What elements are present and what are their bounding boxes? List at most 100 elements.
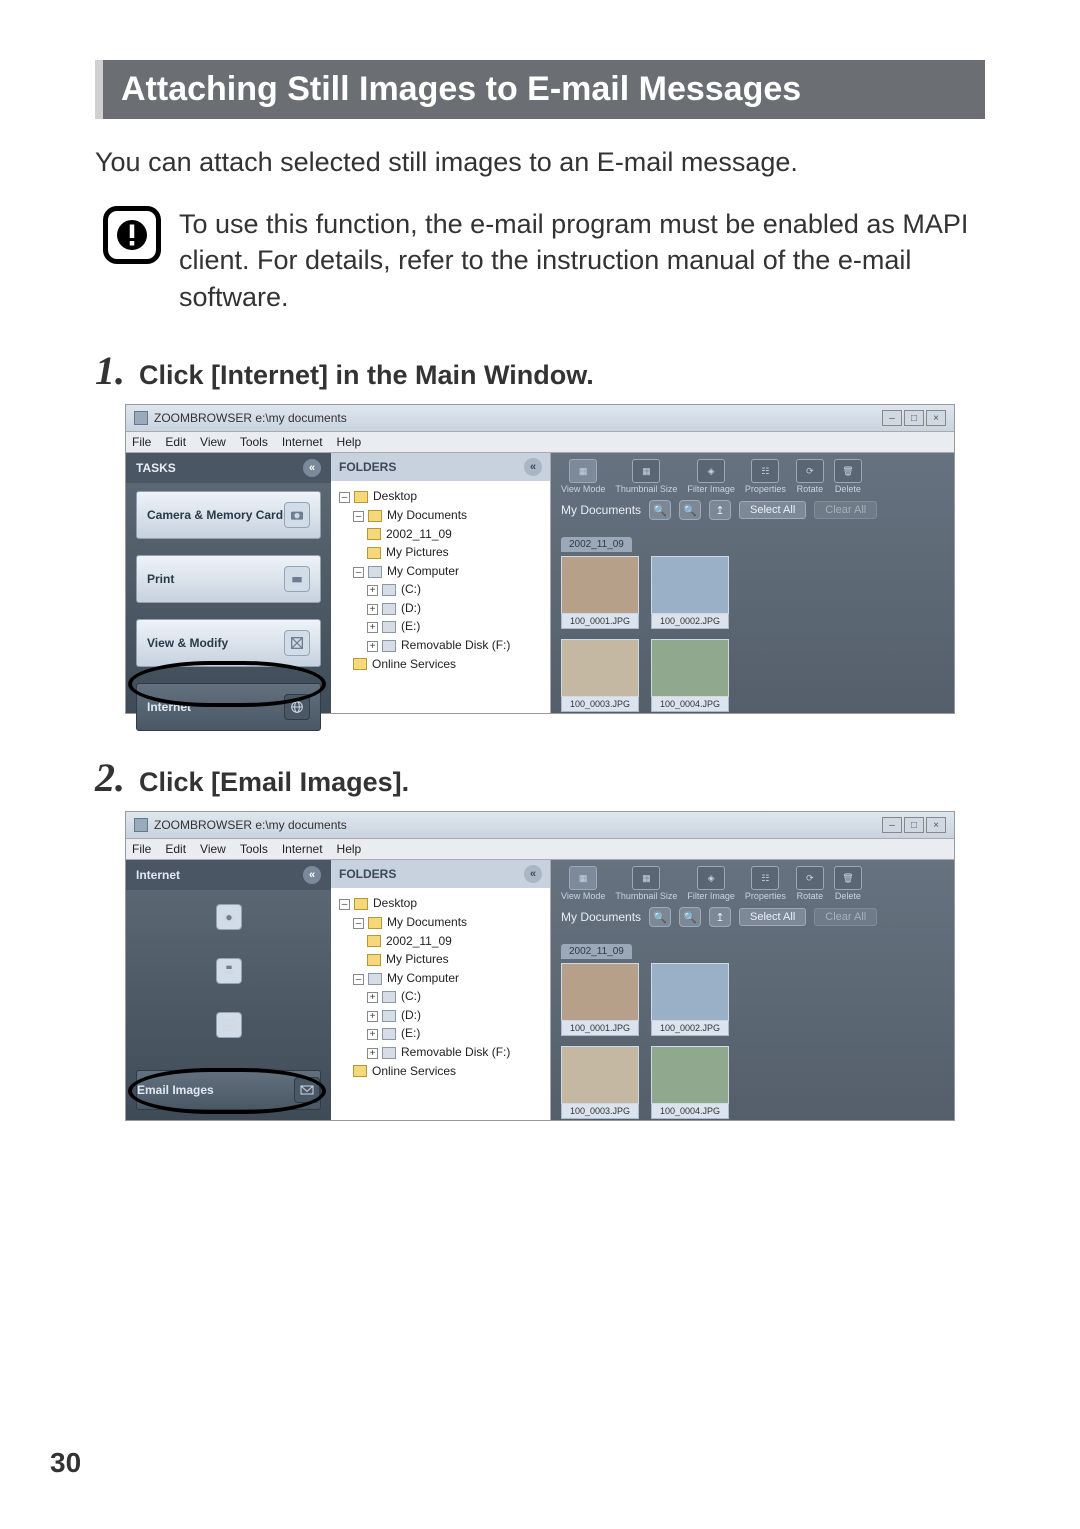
close-button[interactable]: × <box>926 410 946 426</box>
thumbnail-item[interactable]: 100_0003.JPG <box>561 639 639 712</box>
task-camera-label: Camera & Memory Card <box>147 508 283 522</box>
tree-f[interactable]: Removable Disk (F:) <box>382 1045 510 1059</box>
properties-button[interactable]: ☷Properties <box>745 459 786 494</box>
folder-tree[interactable]: –Desktop –My Documents 2002_11_09 My Pic… <box>331 888 550 1086</box>
tree-mypics[interactable]: My Pictures <box>367 952 449 966</box>
filter-button[interactable]: ◈Filter Image <box>687 459 735 494</box>
tree-e[interactable]: (E:) <box>382 619 420 633</box>
properties-button[interactable]: ☷Properties <box>745 866 786 901</box>
rotate-button[interactable]: ⟳Rotate <box>796 866 824 901</box>
tasks-header-label: TASKS <box>136 461 176 475</box>
thumbnail-size-button[interactable]: ▦Thumbnail Size <box>615 459 677 494</box>
breadcrumb: My Documents <box>561 910 641 924</box>
view-mode-button[interactable]: ▦View Mode <box>561 459 605 494</box>
sidebar-print-icon[interactable] <box>136 952 321 990</box>
zoom-in-button[interactable]: 🔍 <box>649 907 671 927</box>
menu-bar[interactable]: File Edit View Tools Internet Help <box>126 839 954 860</box>
tree-mydocs[interactable]: My Documents <box>368 508 467 522</box>
menu-internet[interactable]: Internet <box>282 842 323 856</box>
breadcrumb: My Documents <box>561 503 641 517</box>
zoom-out-button[interactable]: 🔍 <box>679 907 701 927</box>
task-view-modify[interactable]: View & Modify <box>136 619 321 667</box>
folders-header-label: FOLDERS <box>339 867 396 881</box>
delete-button[interactable]: 🗑Delete <box>834 459 862 494</box>
menu-view[interactable]: View <box>200 842 226 856</box>
tree-online[interactable]: Online Services <box>353 1064 456 1078</box>
up-button[interactable]: ↥ <box>709 500 731 520</box>
clear-all-button[interactable]: Clear All <box>814 501 877 519</box>
tree-d[interactable]: (D:) <box>382 601 421 615</box>
collapse-icon[interactable]: « <box>303 866 321 884</box>
thumbnail-item[interactable]: 100_0004.JPG <box>651 1046 729 1119</box>
menu-edit[interactable]: Edit <box>165 842 186 856</box>
intro-text: You can attach selected still images to … <box>95 147 985 178</box>
window-controls[interactable]: – □ × <box>882 410 946 426</box>
tree-mycomp[interactable]: My Computer <box>368 564 459 578</box>
delete-button[interactable]: 🗑Delete <box>834 866 862 901</box>
select-all-button[interactable]: Select All <box>739 501 806 519</box>
tree-desktop[interactable]: Desktop <box>354 896 417 910</box>
menu-tools[interactable]: Tools <box>240 842 268 856</box>
task-camera[interactable]: Camera & Memory Card <box>136 491 321 539</box>
view-mode-button[interactable]: ▦View Mode <box>561 866 605 901</box>
maximize-button[interactable]: □ <box>904 817 924 833</box>
thumbnail-size-button[interactable]: ▦Thumbnail Size <box>615 866 677 901</box>
menu-view[interactable]: View <box>200 435 226 449</box>
date-group-tab[interactable]: 2002_11_09 <box>561 537 632 552</box>
tree-mycomp[interactable]: My Computer <box>368 971 459 985</box>
tree-c[interactable]: (C:) <box>382 989 421 1003</box>
thumbnail-item[interactable]: 100_0003.JPG <box>561 1046 639 1119</box>
folder-tree[interactable]: –Desktop –My Documents 2002_11_09 My Pic… <box>331 481 550 679</box>
internet-panel: Internet « Email Images <box>126 860 331 1120</box>
view-icon <box>216 1012 242 1038</box>
minimize-button[interactable]: – <box>882 410 902 426</box>
zoom-out-button[interactable]: 🔍 <box>679 500 701 520</box>
window-controls[interactable]: – □ × <box>882 817 946 833</box>
menu-bar[interactable]: File Edit View Tools Internet Help <box>126 432 954 453</box>
clear-all-button[interactable]: Clear All <box>814 908 877 926</box>
minimize-button[interactable]: – <box>882 817 902 833</box>
menu-file[interactable]: File <box>132 842 151 856</box>
thumbnail-item[interactable]: 100_0001.JPG <box>561 963 639 1036</box>
zoom-in-button[interactable]: 🔍 <box>649 500 671 520</box>
tree-date[interactable]: 2002_11_09 <box>367 527 452 541</box>
thumbnail-item[interactable]: 100_0001.JPG <box>561 556 639 629</box>
thumb-caption: 100_0003.JPG <box>561 1104 639 1119</box>
menu-tools[interactable]: Tools <box>240 435 268 449</box>
tree-mydocs[interactable]: My Documents <box>368 915 467 929</box>
top-toolbar: ▦View Mode ▦Thumbnail Size ◈Filter Image… <box>551 860 954 903</box>
tree-online[interactable]: Online Services <box>353 657 456 671</box>
tree-c[interactable]: (C:) <box>382 582 421 596</box>
close-button[interactable]: × <box>926 817 946 833</box>
menu-help[interactable]: Help <box>337 435 362 449</box>
window-titlebar: ZOOMBROWSER e:\my documents – □ × <box>126 812 954 839</box>
tree-e[interactable]: (E:) <box>382 1026 420 1040</box>
thumbnail-item[interactable]: 100_0002.JPG <box>651 556 729 629</box>
sidebar-view-icon[interactable] <box>136 1006 321 1044</box>
sidebar-camera-icon[interactable] <box>136 898 321 936</box>
menu-edit[interactable]: Edit <box>165 435 186 449</box>
warning-text: To use this function, the e-mail program… <box>179 206 985 315</box>
menu-help[interactable]: Help <box>337 842 362 856</box>
task-internet[interactable]: Internet <box>136 683 321 731</box>
tree-mypics[interactable]: My Pictures <box>367 545 449 559</box>
tree-date[interactable]: 2002_11_09 <box>367 934 452 948</box>
tree-f[interactable]: Removable Disk (F:) <box>382 638 510 652</box>
menu-file[interactable]: File <box>132 435 151 449</box>
menu-internet[interactable]: Internet <box>282 435 323 449</box>
thumbnail-item[interactable]: 100_0004.JPG <box>651 639 729 712</box>
tree-desktop[interactable]: Desktop <box>354 489 417 503</box>
thumbnail-item[interactable]: 100_0002.JPG <box>651 963 729 1036</box>
date-group-tab[interactable]: 2002_11_09 <box>561 944 632 959</box>
up-button[interactable]: ↥ <box>709 907 731 927</box>
collapse-icon[interactable]: « <box>303 459 321 477</box>
rotate-button[interactable]: ⟳Rotate <box>796 459 824 494</box>
select-all-button[interactable]: Select All <box>739 908 806 926</box>
collapse-icon[interactable]: « <box>524 865 542 883</box>
task-email-images[interactable]: Email Images <box>136 1070 321 1110</box>
filter-button[interactable]: ◈Filter Image <box>687 866 735 901</box>
collapse-icon[interactable]: « <box>524 458 542 476</box>
maximize-button[interactable]: □ <box>904 410 924 426</box>
tree-d[interactable]: (D:) <box>382 1008 421 1022</box>
task-print[interactable]: Print <box>136 555 321 603</box>
